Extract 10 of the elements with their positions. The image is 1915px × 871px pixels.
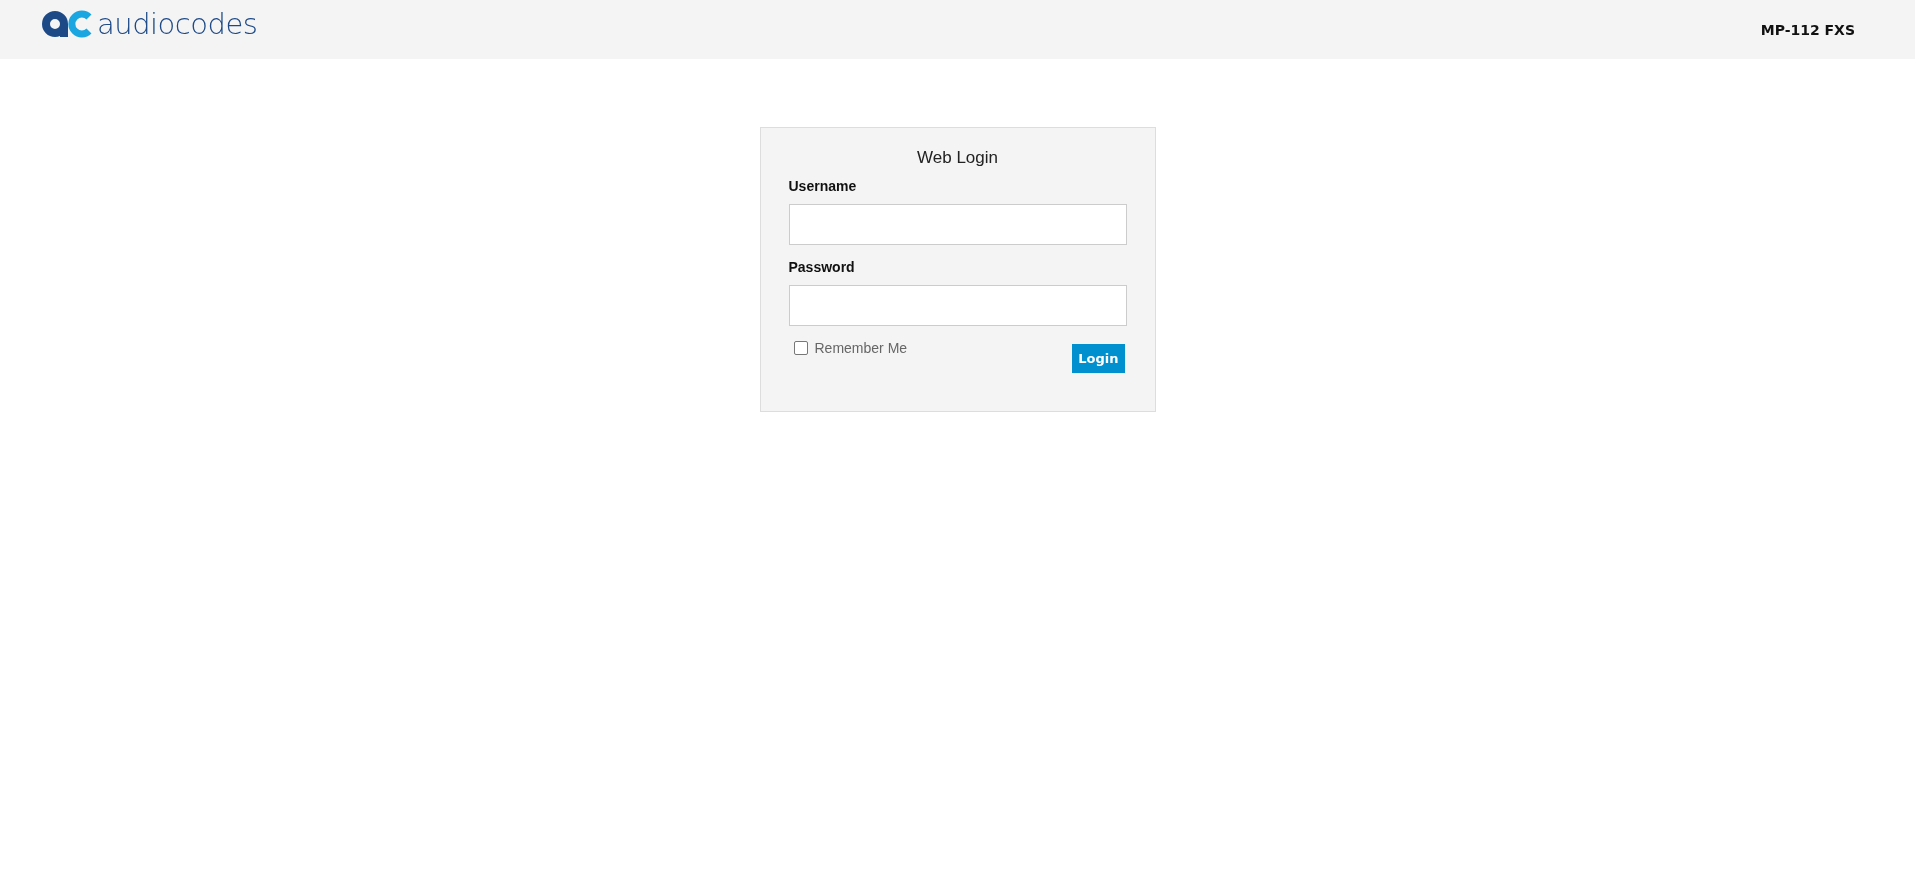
logo-text: audiocodes <box>97 6 258 41</box>
input-field[interactable] <box>788 285 1127 326</box>
checkbox[interactable] <box>793 341 808 355</box>
remember-me-label[interactable]: Remember Me <box>814 340 908 356</box>
field-label: Password <box>788 259 856 275</box>
input-field[interactable] <box>788 204 1127 245</box>
login-button[interactable]: Login <box>1072 344 1125 373</box>
device-name: MP-112 FXS <box>1760 22 1855 38</box>
login-title: Web Login <box>916 148 999 168</box>
field-label: Username <box>788 178 858 194</box>
